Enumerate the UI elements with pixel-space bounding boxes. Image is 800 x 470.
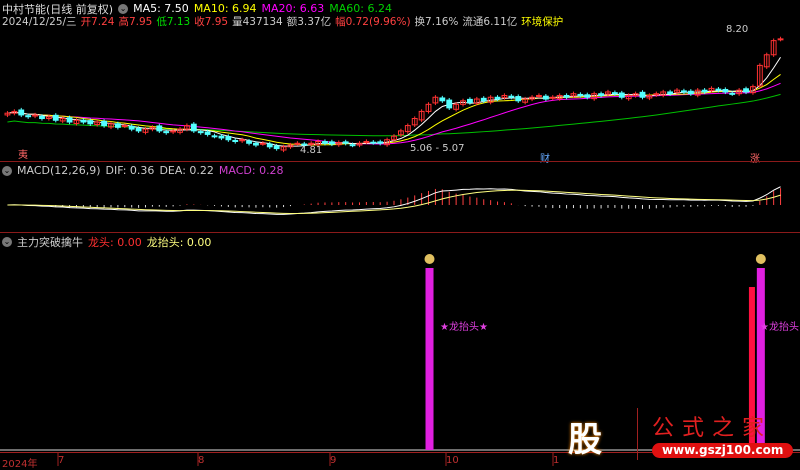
indicator-title[interactable]: 主力突破擒牛 bbox=[17, 234, 83, 250]
logo-char: 股 bbox=[568, 420, 602, 460]
money-bag-icon bbox=[755, 254, 766, 264]
candle bbox=[446, 99, 453, 109]
candle bbox=[87, 120, 94, 125]
candle bbox=[101, 120, 108, 127]
candle bbox=[743, 88, 749, 93]
ma60-line bbox=[7, 93, 781, 137]
candle bbox=[563, 94, 570, 98]
watermark-logo: 股 公式之家 www.gszj100.com bbox=[560, 408, 795, 460]
candle bbox=[729, 92, 736, 95]
axis-label: 10 bbox=[446, 455, 459, 466]
candle bbox=[639, 91, 646, 98]
macd-header: ⌄ MACD(12,26,9) DIF: 0.36 DEA: 0.22 MACD… bbox=[2, 164, 284, 177]
high-price-label: 8.20 bbox=[726, 24, 749, 35]
candle bbox=[128, 125, 135, 130]
candle bbox=[542, 95, 549, 100]
marker-zhang[interactable]: 涨 bbox=[750, 150, 760, 165]
money-bag-icon bbox=[424, 254, 435, 264]
signal-label: ★龙抬头★ bbox=[440, 322, 488, 333]
candle bbox=[508, 95, 515, 98]
candle bbox=[266, 143, 273, 148]
candle bbox=[342, 141, 349, 144]
candle bbox=[687, 90, 694, 95]
candle bbox=[777, 38, 784, 41]
candle bbox=[439, 97, 446, 102]
candle bbox=[363, 141, 370, 144]
candle bbox=[349, 144, 356, 147]
candle bbox=[577, 93, 584, 96]
signal-bar bbox=[425, 268, 434, 450]
candle bbox=[232, 139, 239, 143]
candle bbox=[584, 94, 591, 98]
range-label: 5.06 - 5.07 bbox=[410, 143, 465, 154]
candle bbox=[328, 141, 335, 145]
panel-divider[interactable] bbox=[0, 161, 800, 162]
candle bbox=[253, 142, 259, 146]
dif-line bbox=[7, 186, 781, 215]
candle bbox=[18, 109, 25, 116]
candle bbox=[190, 123, 197, 132]
chevron-down-icon[interactable]: ⌄ bbox=[2, 165, 12, 176]
candle bbox=[39, 115, 45, 119]
macd-title[interactable]: MACD(12,26,9) bbox=[17, 164, 101, 177]
axis-label: 8 bbox=[198, 455, 205, 466]
candle bbox=[135, 127, 142, 132]
dif-value: DIF: 0.36 bbox=[105, 164, 155, 177]
candle bbox=[197, 131, 204, 134]
candle bbox=[480, 97, 487, 102]
candle bbox=[618, 92, 625, 98]
candle bbox=[218, 135, 225, 139]
candle bbox=[611, 92, 618, 95]
candle bbox=[25, 115, 32, 118]
low-price-label: 4.81 bbox=[300, 145, 323, 156]
candle bbox=[204, 131, 211, 135]
axis-label: 1 bbox=[553, 455, 560, 466]
ma5-line bbox=[7, 56, 781, 147]
candle bbox=[52, 114, 59, 121]
candle bbox=[598, 93, 604, 96]
axis-label: 7 bbox=[58, 455, 65, 466]
candle bbox=[66, 117, 73, 123]
candle bbox=[667, 91, 674, 95]
axis-label: 9 bbox=[330, 455, 337, 466]
marker-cai[interactable]: 财 bbox=[540, 150, 550, 165]
candle bbox=[536, 94, 542, 97]
candle bbox=[211, 135, 218, 138]
candle bbox=[163, 131, 170, 134]
candle bbox=[680, 90, 687, 93]
dea-value: DEA: 0.22 bbox=[159, 164, 214, 177]
candle bbox=[121, 125, 128, 128]
macd-value: MACD: 0.28 bbox=[218, 164, 284, 177]
candle bbox=[322, 141, 328, 144]
candle bbox=[515, 96, 522, 102]
longtaitou-value: 龙抬头: 0.00 bbox=[146, 235, 212, 249]
marker-left[interactable]: 夷 bbox=[18, 146, 28, 161]
candle bbox=[273, 145, 280, 150]
indicator-header: ⌄ 主力突破擒牛 龙头: 0.00 龙抬头: 0.00 bbox=[2, 234, 212, 250]
longtou-value: 龙头: 0.00 bbox=[88, 235, 142, 249]
candle bbox=[701, 89, 708, 93]
axis-label: 2024年 bbox=[2, 459, 38, 470]
signal-label: ★龙抬头★ bbox=[760, 322, 800, 333]
candle bbox=[467, 98, 473, 104]
chevron-down-icon[interactable]: ⌄ bbox=[2, 236, 12, 247]
logo-name: 公式之家 bbox=[652, 416, 773, 441]
candle bbox=[156, 125, 163, 132]
candle bbox=[494, 96, 501, 100]
candle bbox=[377, 141, 384, 144]
candle bbox=[80, 119, 87, 123]
candle bbox=[722, 88, 729, 93]
logo-url: www.gszj100.com bbox=[652, 443, 794, 458]
candle bbox=[246, 140, 252, 144]
candle bbox=[370, 141, 377, 144]
candle bbox=[225, 136, 232, 141]
candle bbox=[259, 142, 266, 145]
candle bbox=[114, 123, 121, 128]
candle bbox=[715, 88, 722, 91]
